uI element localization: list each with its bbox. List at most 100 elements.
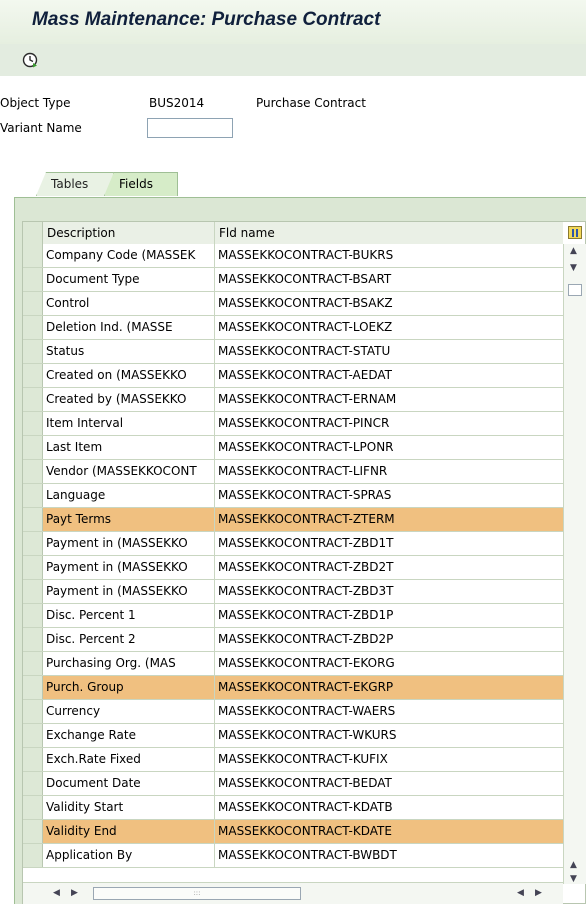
row-selector-button[interactable] <box>23 388 43 411</box>
field-name-cell[interactable]: MASSEKKOCONTRACT-SPRAS <box>215 484 563 507</box>
table-row[interactable]: Exch.Rate Fixed MASSEKKOCONTRACT-KUFIX <box>23 748 563 772</box>
description-cell[interactable]: Status <box>43 340 215 363</box>
table-row[interactable]: Vendor (MASSEKKOCONT MASSEKKOCONTRACT-LIF… <box>23 460 563 484</box>
table-row[interactable]: Language MASSEKKOCONTRACT-SPRAS <box>23 484 563 508</box>
table-row[interactable]: Exchange Rate MASSEKKOCONTRACT-WKURS <box>23 724 563 748</box>
field-name-cell[interactable]: MASSEKKOCONTRACT-LIFNR <box>215 460 563 483</box>
description-cell[interactable]: Document Date <box>43 772 215 795</box>
table-row[interactable]: Purch. Group MASSEKKOCONTRACT-EKGRP <box>23 676 563 700</box>
table-row[interactable]: Disc. Percent 2 MASSEKKOCONTRACT-ZBD2P <box>23 628 563 652</box>
row-selector-button[interactable] <box>23 340 43 363</box>
description-cell[interactable]: Vendor (MASSEKKOCONT <box>43 460 215 483</box>
field-name-cell[interactable]: MASSEKKOCONTRACT-ZBD2P <box>215 628 563 651</box>
row-selector-button[interactable] <box>23 652 43 675</box>
field-name-cell[interactable]: MASSEKKOCONTRACT-KDATE <box>215 820 563 843</box>
field-name-cell[interactable]: MASSEKKOCONTRACT-BSART <box>215 268 563 291</box>
field-name-cell[interactable]: MASSEKKOCONTRACT-PINCR <box>215 412 563 435</box>
table-row[interactable]: Payment in (MASSEKKO MASSEKKOCONTRACT-ZBD… <box>23 556 563 580</box>
description-cell[interactable]: Exchange Rate <box>43 724 215 747</box>
table-row[interactable]: Validity Start MASSEKKOCONTRACT-KDATB <box>23 796 563 820</box>
scroll-left-arrow-icon[interactable]: ◀ <box>53 888 60 898</box>
description-cell[interactable]: Payment in (MASSEKKO <box>43 580 215 603</box>
row-selector-button[interactable] <box>23 436 43 459</box>
field-name-cell[interactable]: MASSEKKOCONTRACT-STATU <box>215 340 563 363</box>
horizontal-scroll-thumb[interactable]: ::: <box>93 887 301 900</box>
row-selector-button[interactable] <box>23 724 43 747</box>
field-name-cell[interactable]: MASSEKKOCONTRACT-WKURS <box>215 724 563 747</box>
description-cell[interactable]: Payment in (MASSEKKO <box>43 556 215 579</box>
description-cell[interactable]: Purchasing Org. (MAS <box>43 652 215 675</box>
row-selector-button[interactable] <box>23 556 43 579</box>
description-cell[interactable]: Purch. Group <box>43 676 215 699</box>
field-name-cell[interactable]: MASSEKKOCONTRACT-BEDAT <box>215 772 563 795</box>
row-selector-button[interactable] <box>23 676 43 699</box>
field-name-cell[interactable]: MASSEKKOCONTRACT-KDATB <box>215 796 563 819</box>
field-name-cell[interactable]: MASSEKKOCONTRACT-EKGRP <box>215 676 563 699</box>
field-name-cell[interactable]: MASSEKKOCONTRACT-AEDAT <box>215 364 563 387</box>
table-row[interactable]: Validity End MASSEKKOCONTRACT-KDATE <box>23 820 563 844</box>
select-all-button[interactable] <box>23 222 43 244</box>
description-cell[interactable]: Currency <box>43 700 215 723</box>
scroll-right-end-arrow-icon[interactable]: ▶ <box>535 888 542 898</box>
row-selector-button[interactable] <box>23 364 43 387</box>
field-name-cell[interactable]: MASSEKKOCONTRACT-ZBD1T <box>215 532 563 555</box>
tab-fields[interactable]: Fields <box>104 172 178 196</box>
field-name-cell[interactable]: MASSEKKOCONTRACT-ZTERM <box>215 508 563 531</box>
row-selector-button[interactable] <box>23 268 43 291</box>
table-row[interactable]: Created on (MASSEKKO MASSEKKOCONTRACT-AED… <box>23 364 563 388</box>
table-row[interactable]: Currency MASSEKKOCONTRACT-WAERS <box>23 700 563 724</box>
row-selector-button[interactable] <box>23 844 43 867</box>
table-row[interactable]: Control MASSEKKOCONTRACT-BSAKZ <box>23 292 563 316</box>
field-name-cell[interactable]: MASSEKKOCONTRACT-EKORG <box>215 652 563 675</box>
row-selector-button[interactable] <box>23 244 43 267</box>
row-selector-button[interactable] <box>23 700 43 723</box>
table-row[interactable]: Deletion Ind. (MASSE MASSEKKOCONTRACT-LOE… <box>23 316 563 340</box>
field-name-cell[interactable]: MASSEKKOCONTRACT-ERNAM <box>215 388 563 411</box>
description-cell[interactable]: Item Interval <box>43 412 215 435</box>
row-selector-button[interactable] <box>23 412 43 435</box>
column-header-description[interactable]: Description <box>43 222 215 244</box>
scroll-page-down-arrow-icon[interactable]: ▼ <box>570 874 577 884</box>
table-row[interactable]: Last Item MASSEKKOCONTRACT-LPONR <box>23 436 563 460</box>
description-cell[interactable]: Deletion Ind. (MASSE <box>43 316 215 339</box>
row-selector-button[interactable] <box>23 532 43 555</box>
table-row[interactable]: Created by (MASSEKKO MASSEKKOCONTRACT-ERN… <box>23 388 563 412</box>
table-row[interactable]: Payt Terms MASSEKKOCONTRACT-ZTERM <box>23 508 563 532</box>
row-selector-button[interactable] <box>23 292 43 315</box>
description-cell[interactable]: Company Code (MASSEK <box>43 244 215 267</box>
description-cell[interactable]: Disc. Percent 2 <box>43 628 215 651</box>
row-selector-button[interactable] <box>23 820 43 843</box>
table-row[interactable]: Document Type MASSEKKOCONTRACT-BSART <box>23 268 563 292</box>
field-name-cell[interactable]: MASSEKKOCONTRACT-ZBD3T <box>215 580 563 603</box>
table-row[interactable]: Status MASSEKKOCONTRACT-STATU <box>23 340 563 364</box>
description-cell[interactable]: Payt Terms <box>43 508 215 531</box>
scroll-right-arrow-icon[interactable]: ▶ <box>71 888 78 898</box>
table-row[interactable]: Item Interval MASSEKKOCONTRACT-PINCR <box>23 412 563 436</box>
variant-name-input[interactable] <box>147 118 233 138</box>
row-selector-button[interactable] <box>23 580 43 603</box>
horizontal-scrollbar[interactable]: ◀ ▶ ::: ◀ ▶ <box>23 882 563 904</box>
row-selector-button[interactable] <box>23 772 43 795</box>
field-name-cell[interactable]: MASSEKKOCONTRACT-LOEKZ <box>215 316 563 339</box>
row-selector-button[interactable] <box>23 508 43 531</box>
table-row[interactable]: Payment in (MASSEKKO MASSEKKOCONTRACT-ZBD… <box>23 580 563 604</box>
tab-tables[interactable]: Tables <box>36 172 114 196</box>
description-cell[interactable]: Application By <box>43 844 215 867</box>
description-cell[interactable]: Exch.Rate Fixed <box>43 748 215 771</box>
scroll-left-end-arrow-icon[interactable]: ◀ <box>517 888 524 898</box>
description-cell[interactable]: Payment in (MASSEKKO <box>43 532 215 555</box>
field-name-cell[interactable]: MASSEKKOCONTRACT-BSAKZ <box>215 292 563 315</box>
field-name-cell[interactable]: MASSEKKOCONTRACT-LPONR <box>215 436 563 459</box>
row-selector-button[interactable] <box>23 604 43 627</box>
description-cell[interactable]: Validity Start <box>43 796 215 819</box>
vertical-scrollbar[interactable]: ▲ ▼ ▲ ▼ <box>563 244 586 884</box>
column-settings-icon[interactable] <box>568 226 582 239</box>
description-cell[interactable]: Validity End <box>43 820 215 843</box>
description-cell[interactable]: Control <box>43 292 215 315</box>
row-selector-button[interactable] <box>23 628 43 651</box>
table-row[interactable]: Purchasing Org. (MAS MASSEKKOCONTRACT-EKO… <box>23 652 563 676</box>
description-cell[interactable]: Created by (MASSEKKO <box>43 388 215 411</box>
field-name-cell[interactable]: MASSEKKOCONTRACT-BWBDT <box>215 844 563 867</box>
description-cell[interactable]: Disc. Percent 1 <box>43 604 215 627</box>
column-header-fld-name[interactable]: Fld name <box>215 222 563 244</box>
